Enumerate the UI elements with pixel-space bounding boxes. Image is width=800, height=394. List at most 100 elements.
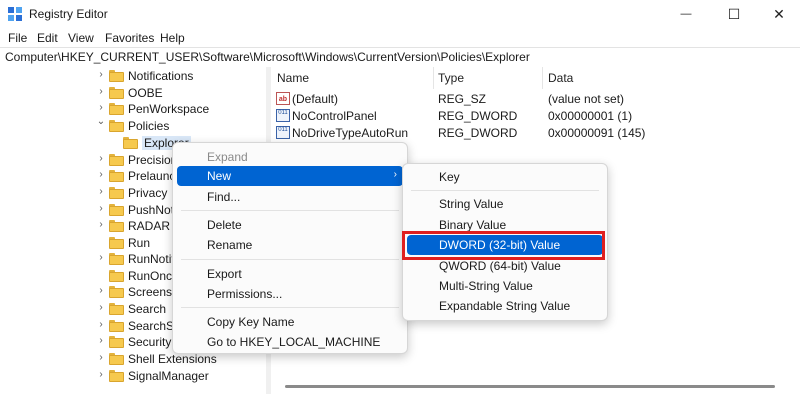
chevron-down-icon[interactable]: ⌄ <box>96 116 106 127</box>
menu-item-label: Expand <box>207 150 248 164</box>
menu-separator <box>411 190 599 191</box>
folder-icon <box>109 103 124 115</box>
value-row[interactable]: 011 NoDriveTypeAutoRun REG_DWORD 0x00000… <box>271 124 800 141</box>
chevron-right-icon[interactable]: › <box>96 319 106 330</box>
menu-item-delete[interactable]: Delete <box>177 215 403 235</box>
tree-item-label: Policies <box>128 119 170 133</box>
string-value-icon: ab <box>276 92 290 105</box>
menu-item-find[interactable]: Find... <box>177 187 403 207</box>
folder-icon <box>109 303 124 315</box>
folder-icon <box>109 170 124 182</box>
menu-help[interactable]: Help <box>160 31 185 45</box>
menu-view[interactable]: View <box>68 31 94 45</box>
minimize-button[interactable]: — <box>663 0 709 28</box>
chevron-right-icon[interactable]: › <box>96 252 106 263</box>
column-divider[interactable] <box>542 67 543 89</box>
value-type: REG_DWORD <box>438 126 518 140</box>
folder-icon <box>109 204 124 216</box>
dword-value-icon: 011 <box>276 126 290 139</box>
column-header-data[interactable]: Data <box>548 71 573 85</box>
folder-icon <box>109 87 124 99</box>
chevron-right-icon[interactable]: › <box>96 203 106 214</box>
menu-item-new[interactable]: New › <box>177 166 403 186</box>
folder-icon <box>109 237 124 249</box>
submenu-item-expandable-string-value[interactable]: Expandable String Value <box>407 296 603 316</box>
menu-item-label: QWORD (64-bit) Value <box>439 259 561 273</box>
column-header-type[interactable]: Type <box>438 71 464 85</box>
address-bar[interactable]: Computer\HKEY_CURRENT_USER\Software\Micr… <box>0 47 800 68</box>
menu-item-rename[interactable]: Rename <box>177 235 403 255</box>
minimize-icon: — <box>680 8 692 20</box>
folder-icon <box>109 370 124 382</box>
menu-separator <box>181 210 399 211</box>
menu-separator <box>181 307 399 308</box>
maximize-button[interactable]: ☐ <box>711 0 757 28</box>
close-button[interactable]: ✕ <box>756 0 800 28</box>
address-path[interactable]: Computer\HKEY_CURRENT_USER\Software\Micr… <box>5 50 530 64</box>
menu-item-expand[interactable]: Expand <box>177 147 403 167</box>
menu-item-label: Copy Key Name <box>207 315 295 329</box>
menu-file[interactable]: File <box>8 31 27 45</box>
chevron-right-icon: › <box>393 169 397 180</box>
menu-item-label: Export <box>207 267 242 281</box>
menu-item-copy-key-name[interactable]: Copy Key Name <box>177 312 403 332</box>
tree-item-label: Shell Extensions <box>128 352 217 366</box>
folder-icon <box>123 137 138 149</box>
chevron-right-icon[interactable]: › <box>96 219 106 230</box>
value-name: NoDriveTypeAutoRun <box>292 126 409 140</box>
menu-item-go-to-hklm[interactable]: Go to HKEY_LOCAL_MACHINE <box>177 332 403 352</box>
chevron-right-icon[interactable]: › <box>96 153 106 164</box>
chevron-right-icon[interactable]: › <box>96 302 106 313</box>
chevron-right-icon[interactable]: › <box>96 352 106 363</box>
submenu-item-key[interactable]: Key <box>407 167 603 187</box>
menu-item-label: Find... <box>207 190 241 204</box>
chevron-right-icon[interactable]: › <box>96 169 106 180</box>
menu-item-label: Multi-String Value <box>439 279 533 293</box>
scrollbar-thumb[interactable] <box>285 385 775 388</box>
value-type: REG_DWORD <box>438 109 518 123</box>
chevron-right-icon[interactable]: › <box>96 186 106 197</box>
tree-item-label: Notifications <box>128 69 194 83</box>
folder-icon <box>109 120 124 132</box>
menu-item-permissions[interactable]: Permissions... <box>177 284 403 304</box>
submenu-item-string-value[interactable]: String Value <box>407 194 603 214</box>
menu-edit[interactable]: Edit <box>37 31 58 45</box>
menu-item-label: Key <box>439 170 460 184</box>
tree-item-label: RunNotif <box>128 252 175 266</box>
chevron-right-icon[interactable]: › <box>96 285 106 296</box>
tree-item-label: Privacy <box>128 186 168 200</box>
chevron-right-icon[interactable]: › <box>96 69 106 80</box>
value-data: (value not set) <box>548 92 625 106</box>
submenu-item-multi-string-value[interactable]: Multi-String Value <box>407 276 603 296</box>
dword-value-icon: 011 <box>276 109 290 122</box>
chevron-right-icon[interactable]: › <box>96 86 106 97</box>
maximize-icon: ☐ <box>727 5 741 22</box>
column-divider[interactable] <box>433 67 434 89</box>
tree-item-label: PenWorkspace <box>128 102 210 116</box>
tree-item-label: SignalManager <box>128 369 209 383</box>
close-icon: ✕ <box>773 5 785 22</box>
title-bar: Registry Editor — ☐ ✕ <box>0 0 800 28</box>
folder-icon <box>109 154 124 166</box>
chevron-right-icon[interactable]: › <box>96 335 106 346</box>
horizontal-scrollbar[interactable] <box>271 380 800 394</box>
menu-item-label: Permissions... <box>207 287 283 301</box>
chevron-right-icon[interactable]: › <box>96 369 106 380</box>
value-row[interactable]: 011 NoControlPanel REG_DWORD 0x00000001 … <box>271 107 800 124</box>
column-header-name[interactable]: Name <box>277 71 309 85</box>
menu-item-export[interactable]: Export <box>177 264 403 284</box>
value-name: NoControlPanel <box>292 109 377 123</box>
folder-icon <box>109 220 124 232</box>
folder-icon <box>109 320 124 332</box>
highlight-annotation-box <box>402 231 605 260</box>
chevron-right-icon[interactable]: › <box>96 102 106 113</box>
menu-item-label: String Value <box>439 197 504 211</box>
registry-editor-app-icon <box>8 7 22 21</box>
menu-item-label: New <box>207 169 232 183</box>
tree-item-label: PushNot <box>128 203 175 217</box>
value-row[interactable]: ab (Default) REG_SZ (value not set) <box>271 90 800 107</box>
menu-item-label: Binary Value <box>439 218 507 232</box>
menu-bar: File Edit View Favorites Help <box>0 28 800 48</box>
tree-item-label: Run <box>128 236 151 250</box>
menu-favorites[interactable]: Favorites <box>105 31 154 45</box>
